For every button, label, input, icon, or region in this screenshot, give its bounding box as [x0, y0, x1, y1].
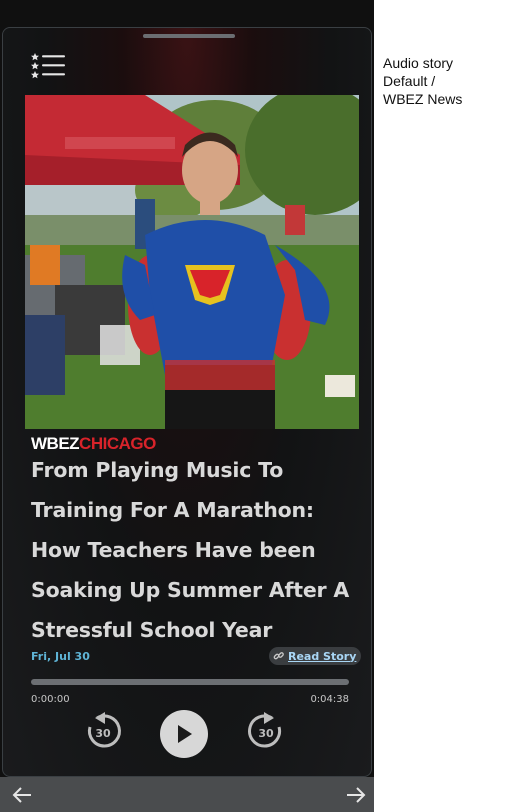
- play-icon: [178, 725, 192, 743]
- read-story-label: Read Story: [288, 649, 357, 663]
- time-total: 0:04:38: [310, 694, 349, 705]
- caption-line-2: Default /: [383, 73, 436, 89]
- link-icon: [273, 652, 284, 660]
- story-photo: [25, 95, 359, 429]
- progress-bar[interactable]: [31, 679, 349, 685]
- arrow-right-icon[interactable]: [346, 786, 366, 804]
- audio-player-card: WBEZCHICAGO From Playing Music To Traini…: [2, 27, 372, 777]
- story-headline: From Playing Music To Training For A Mar…: [31, 458, 350, 642]
- time-elapsed: 0:00:00: [31, 694, 70, 705]
- caption-line-1: Audio story: [383, 55, 454, 71]
- rewind-30-icon[interactable]: 30: [83, 711, 123, 751]
- component-caption: Audio story Default / WBEZ News: [383, 54, 513, 108]
- drag-handle[interactable]: [143, 34, 235, 38]
- caption-line-3: WBEZ News: [383, 91, 463, 107]
- arrow-left-icon[interactable]: [12, 786, 32, 804]
- story-date: Fri, Jul 30: [31, 650, 90, 663]
- playlist-menu-icon[interactable]: [31, 53, 67, 79]
- player-stage: WBEZCHICAGO From Playing Music To Traini…: [0, 0, 374, 812]
- forward-seconds: 30: [258, 727, 274, 740]
- forward-30-icon[interactable]: 30: [246, 711, 286, 751]
- story-navigation-bar: [0, 777, 374, 812]
- play-button[interactable]: [160, 710, 208, 758]
- read-story-button[interactable]: Read Story: [269, 647, 362, 665]
- rewind-seconds: 30: [95, 727, 111, 740]
